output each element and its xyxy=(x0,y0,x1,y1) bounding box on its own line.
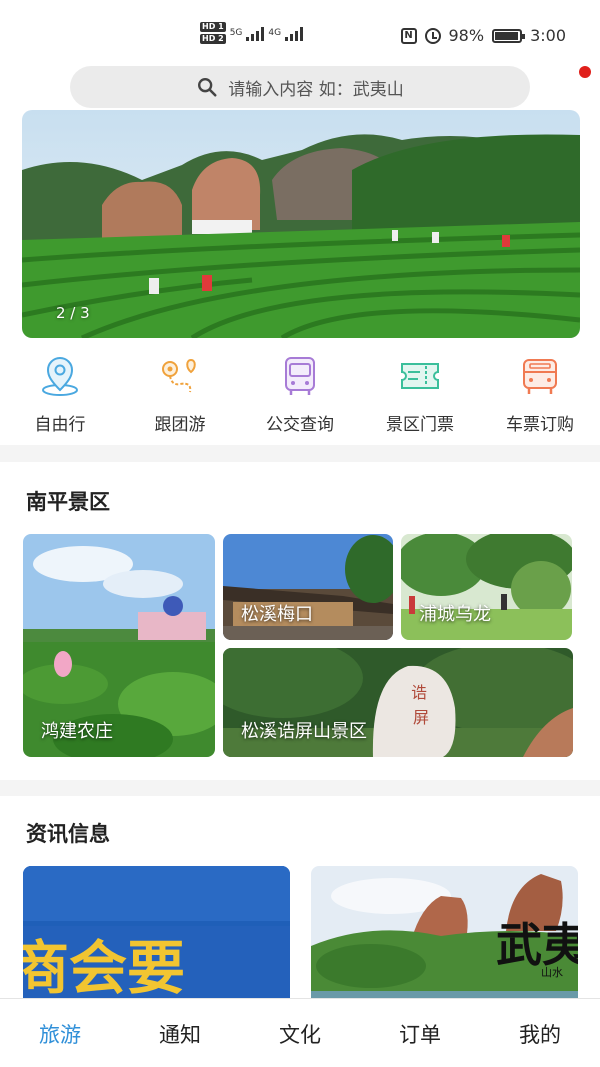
tile-label: 鸿建农庄 xyxy=(41,721,113,742)
section-title: 南平景区 xyxy=(26,490,110,514)
svg-text:诰: 诰 xyxy=(411,683,427,702)
quick-item-label: 自由行 xyxy=(34,415,86,435)
scenic-tile-meikou[interactable]: 松溪梅口 xyxy=(223,534,393,640)
scenic-tile-pucheng[interactable]: 浦城乌龙 xyxy=(401,534,572,640)
tab-notice[interactable]: 通知 xyxy=(120,999,240,1067)
quick-item-free-travel[interactable]: 自由行 xyxy=(0,350,120,440)
search-bar[interactable]: 请输入内容 如：武夷山 xyxy=(70,66,530,108)
tile-label: 松溪梅口 xyxy=(241,604,313,625)
notification-dot xyxy=(579,66,591,78)
network-5g-label: 5G xyxy=(229,28,243,38)
news-image-text: 武夷 xyxy=(496,918,578,972)
quick-item-scenic-ticket[interactable]: 景区门票 xyxy=(360,350,480,440)
quick-item-label: 景区门票 xyxy=(386,415,454,435)
hd1-badge: HD 1 xyxy=(200,22,226,32)
search-icon xyxy=(198,78,217,97)
location-pin-icon xyxy=(42,357,78,396)
news-image: 商会要 xyxy=(23,866,290,1006)
quick-item-bus-query[interactable]: 公交查询 xyxy=(240,350,360,440)
tab-travel[interactable]: 旅游 xyxy=(0,999,120,1067)
quick-item-group-tour[interactable]: 跟团游 xyxy=(120,350,240,440)
car-ticket-icon xyxy=(523,359,557,394)
hd2-badge: HD 2 xyxy=(200,34,226,44)
section-title: 资讯信息 xyxy=(26,822,110,846)
quick-item-label: 公交查询 xyxy=(266,415,334,435)
battery-percent: 98% xyxy=(448,26,485,45)
news-image: 武夷 山水 xyxy=(311,866,578,1006)
news-image-subtext: 山水 xyxy=(541,966,563,979)
bus-icon xyxy=(285,357,315,395)
signal-icon xyxy=(246,25,265,41)
system-indicators: N 98% 3:00 xyxy=(400,26,566,45)
network-4g-label: 4G xyxy=(268,28,282,38)
scenic-tile-gaopingshan[interactable]: 诰 屏 松溪诰屏山景区 xyxy=(223,648,573,757)
clock: 3:00 xyxy=(530,26,566,45)
tab-orders[interactable]: 订单 xyxy=(360,999,480,1067)
route-icon xyxy=(162,358,196,393)
battery-icon xyxy=(492,28,526,43)
network-indicators: HD 1 HD 2 5G 4G xyxy=(200,22,304,44)
scenic-section: 南平景区 鸿建农庄 松溪梅口 浦城乌龙 诰 屏 松溪诰屏山景区 xyxy=(0,462,600,780)
scenic-tile-hongjian[interactable]: 鸿建农庄 xyxy=(23,534,215,757)
banner-image xyxy=(22,110,580,338)
news-section: 资讯信息 商会要 武夷 山水 xyxy=(0,796,600,1006)
tile-label: 浦城乌龙 xyxy=(419,604,491,625)
tile-label: 松溪诰屏山景区 xyxy=(241,721,367,742)
status-bar: HD 1 HD 2 5G 4G N 98% 3:00 xyxy=(0,0,600,70)
tab-mine[interactable]: 我的 xyxy=(480,999,600,1067)
hd-badges: HD 1 HD 2 xyxy=(200,22,226,44)
ticket-icon xyxy=(401,363,439,389)
banner-carousel[interactable]: 2 / 3 xyxy=(22,110,580,338)
nfc-icon: N xyxy=(400,27,417,44)
svg-text:屏: 屏 xyxy=(413,708,429,727)
alarm-icon xyxy=(424,27,441,44)
news-item-1[interactable]: 商会要 xyxy=(23,866,290,1006)
quick-item-label: 车票订购 xyxy=(506,415,574,435)
news-image-text: 商会要 xyxy=(23,936,185,1001)
news-item-2[interactable]: 武夷 山水 xyxy=(311,866,578,1006)
quick-menu: 自由行 跟团游 公交查询 景区门票 车票订购 xyxy=(0,350,600,440)
bottom-tab-bar: 旅游 通知 文化 订单 我的 xyxy=(0,998,600,1067)
tab-culture[interactable]: 文化 xyxy=(240,999,360,1067)
quick-item-car-ticket[interactable]: 车票订购 xyxy=(480,350,600,440)
banner-page-indicator: 2 / 3 xyxy=(56,304,90,322)
search-placeholder: 请输入内容 如：武夷山 xyxy=(228,79,404,100)
signal-icon-2 xyxy=(285,25,304,41)
quick-item-label: 跟团游 xyxy=(154,415,206,435)
